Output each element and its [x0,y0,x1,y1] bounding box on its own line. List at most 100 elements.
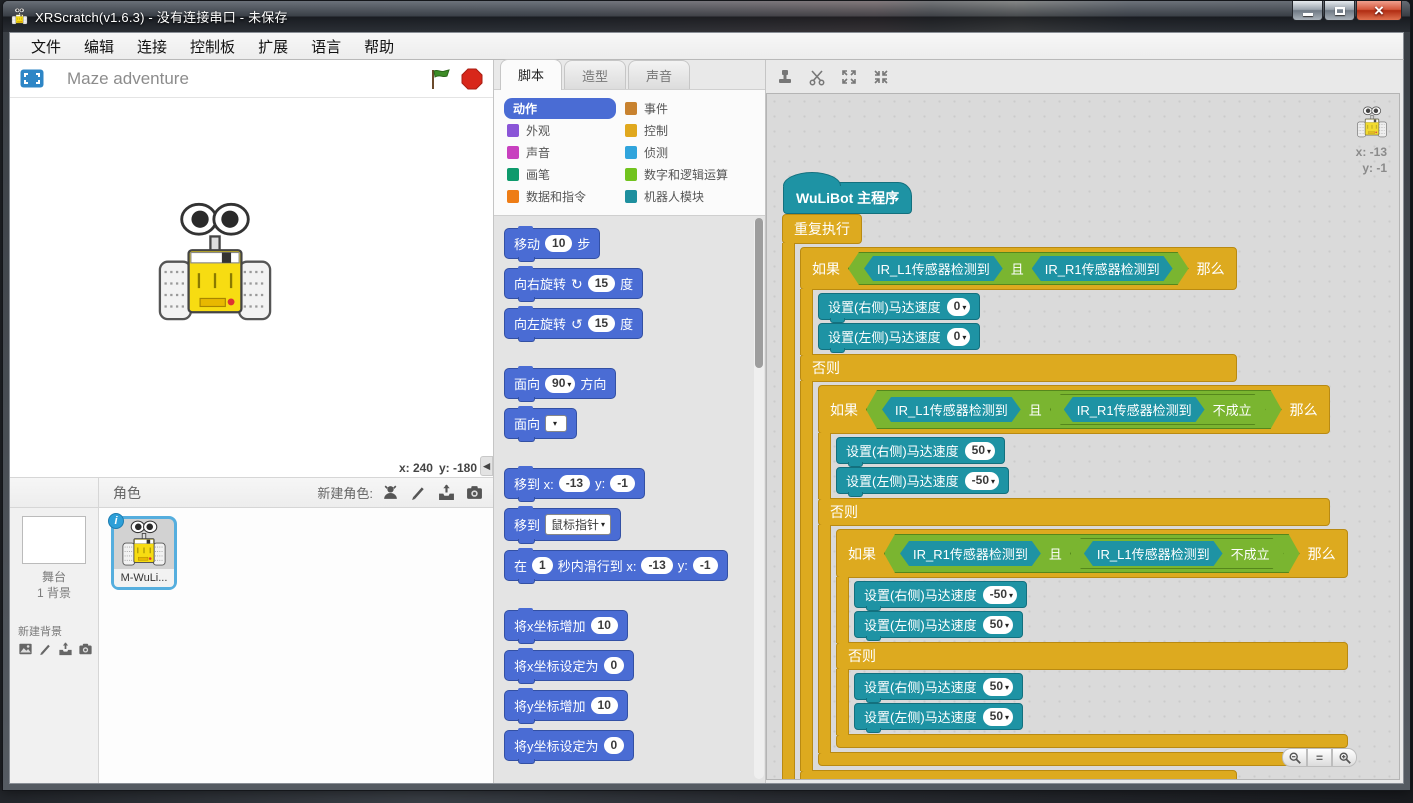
and-operator-block[interactable]: IR_L1传感器检测到 且 IR_R1传感器检测到 不成立 [866,390,1282,429]
sensor-block-ir-l1[interactable]: IR_L1传感器检测到 [882,397,1021,422]
and-operator-block[interactable]: IR_R1传感器检测到 且 IR_L1传感器检测到 不成立 [884,534,1300,573]
speed-dropdown[interactable]: 0▾ [947,328,971,346]
set-left-motor-block[interactable]: 设置(左侧)马达速度0▾ [818,323,980,350]
number-input[interactable]: 0 [604,737,625,754]
if-else-block-1[interactable]: 如果 IR_L1传感器检测到 且 IR_R1传感器检测到 那么 [800,247,1237,780]
stage-thumbnail[interactable] [22,516,86,564]
speed-dropdown[interactable]: 50▾ [965,442,995,460]
speed-dropdown[interactable]: 0▾ [947,298,971,316]
close-button[interactable]: × [1356,1,1402,21]
speed-dropdown[interactable]: -50▾ [965,472,999,490]
palette-block[interactable]: 将y坐标设定为0 [504,730,634,761]
zoom-reset-button[interactable]: = [1307,748,1332,767]
sensor-block-ir-r1[interactable]: IR_R1传感器检测到 [1032,256,1173,281]
camera-backdrop-icon[interactable] [78,642,93,656]
palette-block[interactable]: 移动10步 [504,228,600,259]
project-title[interactable]: Maze adventure [67,69,430,89]
category-item-1[interactable]: 外观 [504,120,622,141]
stage-selector[interactable]: 舞台 1 背景 新建背景 [10,508,99,783]
number-input[interactable]: 1 [532,557,553,574]
paint-backdrop-icon[interactable] [38,642,53,656]
shrink-sprite-icon[interactable] [872,68,890,86]
titlebar[interactable]: XRScratch(v1.6.3) - 没有连接串口 - 未保存 × [3,1,1410,32]
palette-block[interactable]: 移到 x:-13y:-1 [504,468,645,499]
if-else-block-3[interactable]: 如果 IR_R1传感器检测到 且 IR_L1传感器检测到 [836,529,1348,748]
category-item-5[interactable]: 事件 [622,98,765,119]
dropdown[interactable]: 鼠标指针▾ [545,514,611,535]
new-sprite-library-icon[interactable] [381,484,400,501]
palette-block[interactable]: 面向▾ [504,408,577,439]
duplicate-stamp-icon[interactable] [776,68,794,86]
set-left-motor-block[interactable]: 设置(左侧)马达速度50▾ [854,611,1023,638]
category-item-4[interactable]: 数据和指令 [504,186,622,207]
number-dropdown[interactable]: 90▾ [545,375,575,393]
not-operator-block[interactable]: IR_L1传感器检测到 不成立 [1070,538,1284,569]
number-input[interactable]: -13 [641,557,672,574]
set-right-motor-block[interactable]: 设置(右侧)马达速度-50▾ [854,581,1027,608]
category-item-8[interactable]: 数字和逻辑运算 [622,164,765,185]
not-operator-block[interactable]: IR_R1传感器检测到 不成立 [1050,394,1266,425]
palette-block[interactable]: 将y坐标增加10 [504,690,628,721]
paint-new-sprite-icon[interactable] [409,484,428,501]
number-input[interactable]: -1 [610,475,635,492]
number-input[interactable]: 15 [588,275,615,292]
script-canvas[interactable]: x: -13 y: -1 WuLiBot 主程序 重复执行 如果 [766,93,1400,780]
menu-item-4[interactable]: 扩展 [249,33,297,60]
palette-block[interactable]: 面向90▾方向 [504,368,616,399]
palette-block[interactable]: 将x坐标设定为0 [504,650,634,681]
delete-scissors-icon[interactable] [808,68,826,86]
speed-dropdown[interactable]: 50▾ [983,708,1013,726]
menu-item-6[interactable]: 帮助 [355,33,403,60]
palette-block[interactable]: 将x坐标增加10 [504,610,628,641]
menu-item-2[interactable]: 连接 [128,33,176,60]
speed-dropdown[interactable]: 50▾ [983,616,1013,634]
sensor-block-ir-l1[interactable]: IR_L1传感器检测到 [864,256,1003,281]
palette-block[interactable]: 移到鼠标指针▾ [504,508,621,541]
palette-block[interactable]: 向左旋转↺15度 [504,308,643,339]
grow-sprite-icon[interactable] [840,68,858,86]
number-input[interactable]: -13 [559,475,590,492]
upload-sprite-icon[interactable] [437,484,456,501]
sensor-block-ir-r1[interactable]: IR_R1传感器检测到 [1064,397,1205,422]
palette-scrollbar-thumb[interactable] [755,218,763,368]
menu-item-5[interactable]: 语言 [302,33,350,60]
number-input[interactable]: 0 [604,657,625,674]
menu-item-3[interactable]: 控制板 [181,33,244,60]
forever-label[interactable]: 重复执行 [782,214,862,244]
palette-scrollbar[interactable] [754,218,764,779]
palette-block[interactable]: 向右旋转↻15度 [504,268,643,299]
collapse-stage-icon[interactable]: ◄ [480,456,493,476]
category-item-9[interactable]: 机器人模块 [622,186,765,207]
speed-dropdown[interactable]: 50▾ [983,678,1013,696]
hat-block-wulibot-main[interactable]: WuLiBot 主程序 [783,182,912,214]
if-else-block-2[interactable]: 如果 IR_L1传感器检测到 且 IR_R1传感器检测到 [818,385,1330,766]
number-input[interactable]: 10 [591,697,618,714]
sensor-block-ir-r1[interactable]: IR_R1传感器检测到 [900,541,1041,566]
backdrop-library-icon[interactable] [18,642,33,656]
tab-1[interactable]: 造型 [564,60,626,89]
category-item-0[interactable]: 动作 [504,98,616,119]
sensor-block-ir-l1[interactable]: IR_L1传感器检测到 [1084,541,1223,566]
sprite-info-icon[interactable]: i [108,513,124,529]
zoom-out-button[interactable] [1282,748,1307,767]
speed-dropdown[interactable]: -50▾ [983,586,1017,604]
fullscreen-icon[interactable] [20,69,44,88]
dropdown[interactable]: ▾ [545,415,567,432]
tab-0[interactable]: 脚本 [500,59,562,90]
number-input[interactable]: -1 [693,557,718,574]
forever-loop-block[interactable]: 重复执行 如果 IR_L1传感器检测到 且 IR_R1传 [782,214,874,780]
sprite-card-selected[interactable]: i M-WuLi... [111,516,177,590]
number-input[interactable]: 10 [545,235,572,252]
stage-canvas[interactable] [10,98,493,458]
category-item-6[interactable]: 控制 [622,120,765,141]
robot-sprite[interactable] [156,202,274,326]
green-flag-icon[interactable] [430,68,452,90]
number-input[interactable]: 15 [588,315,615,332]
set-left-motor-block[interactable]: 设置(左侧)马达速度50▾ [854,703,1023,730]
upload-backdrop-icon[interactable] [58,642,73,656]
tab-2[interactable]: 声音 [628,60,690,89]
category-item-2[interactable]: 声音 [504,142,622,163]
number-input[interactable]: 10 [591,617,618,634]
zoom-in-button[interactable] [1332,748,1357,767]
set-right-motor-block[interactable]: 设置(右侧)马达速度50▾ [836,437,1005,464]
